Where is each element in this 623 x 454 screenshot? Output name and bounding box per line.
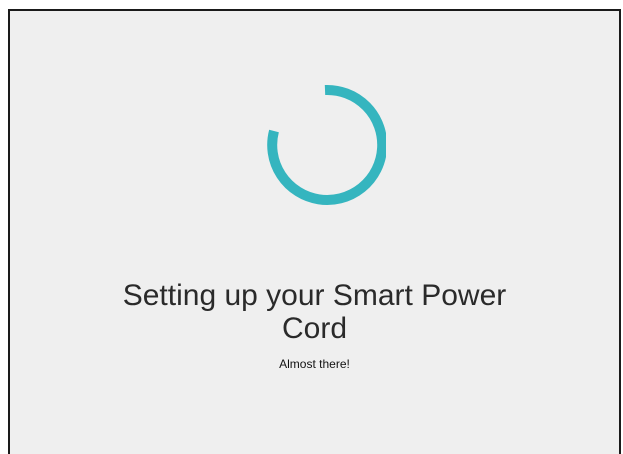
setup-title-line-1: Setting up your Smart Power <box>122 279 507 312</box>
setup-title: Setting up your Smart Power Cord <box>10 279 619 345</box>
loading-spinner-icon <box>262 83 386 207</box>
setup-title-line-2: Cord <box>281 312 348 345</box>
setup-dialog: Setting up your Smart Power Cord Almost … <box>8 9 621 454</box>
setup-subtitle: Almost there! <box>279 357 350 371</box>
spinner-arc <box>267 84 386 205</box>
spinner-graphic <box>267 84 386 205</box>
